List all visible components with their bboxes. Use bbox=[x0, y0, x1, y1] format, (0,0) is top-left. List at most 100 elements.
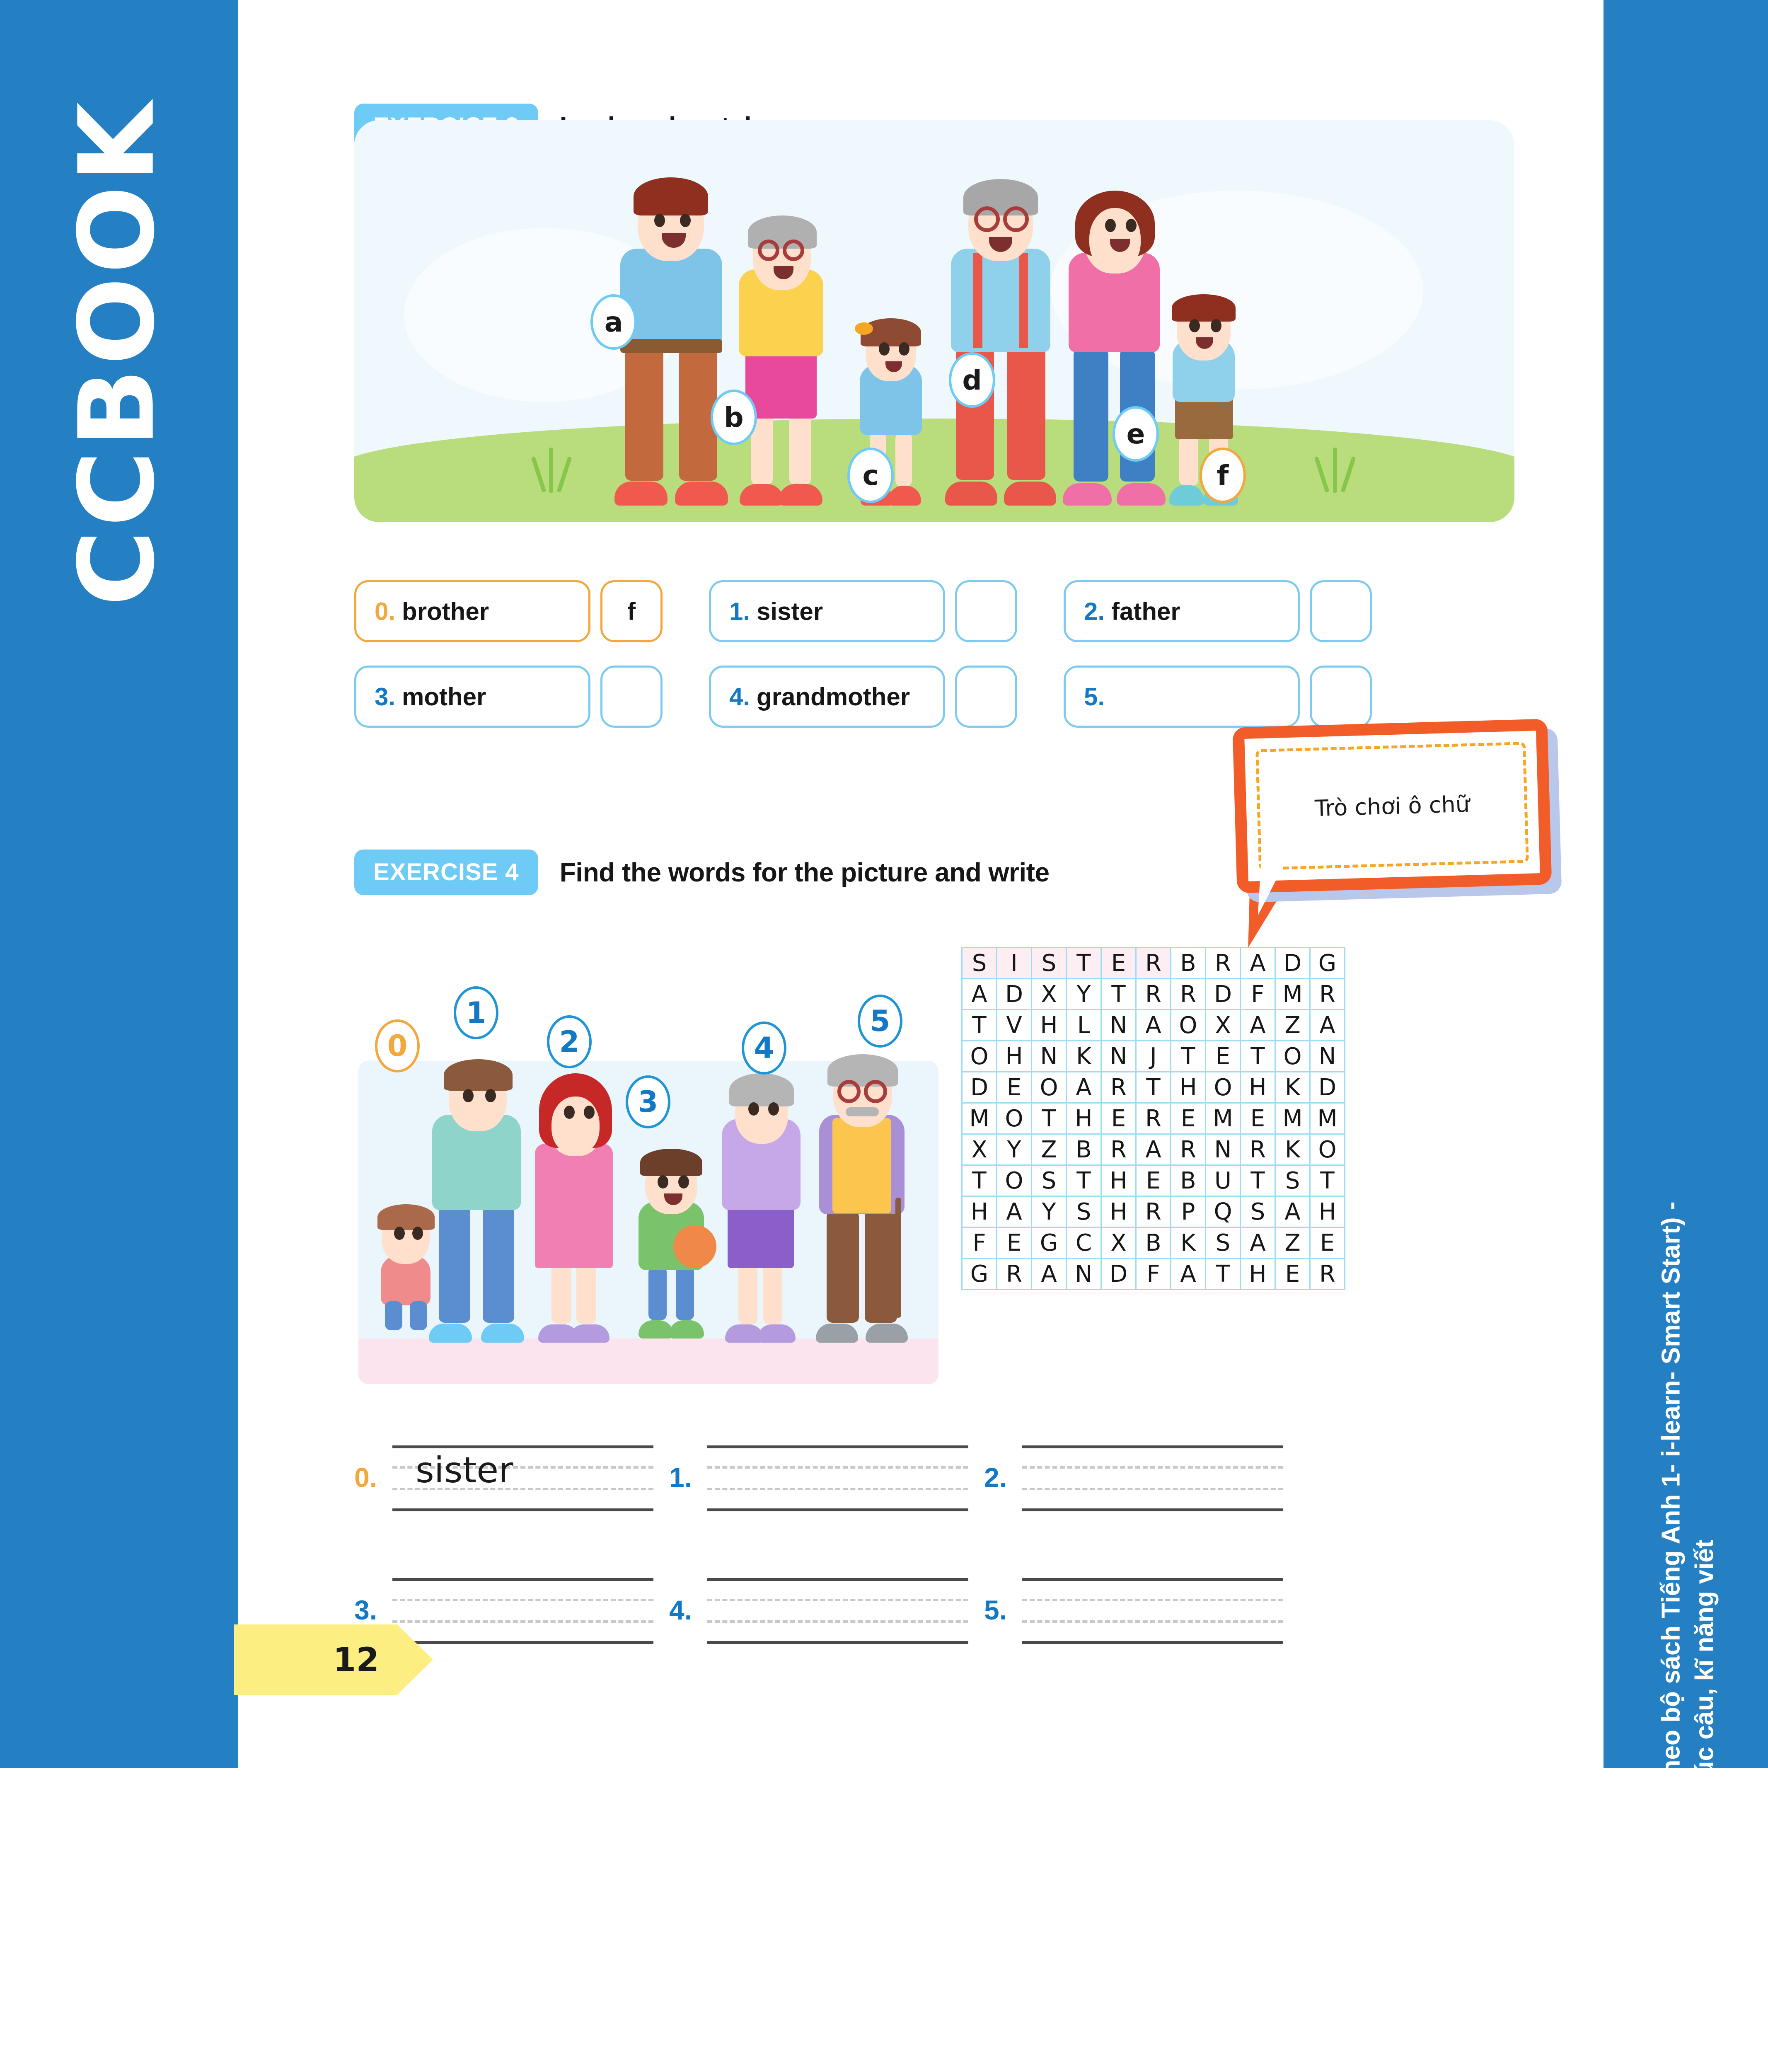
word-search-cell[interactable]: H bbox=[1240, 1258, 1276, 1290]
word-search-cell[interactable]: F bbox=[1240, 978, 1276, 1010]
word-search-cell[interactable]: X bbox=[1031, 978, 1067, 1010]
word-search-cell[interactable]: K bbox=[1066, 1040, 1102, 1072]
word-search-cell[interactable]: R bbox=[1100, 1133, 1137, 1166]
word-search-cell[interactable]: A bbox=[996, 1196, 1032, 1228]
word-search-cell[interactable]: B bbox=[1170, 947, 1206, 979]
word-search-grid[interactable]: SISTERBRADGADXYTRRDFMRTVHLNAOXAZAOHNKNJT… bbox=[961, 947, 1345, 1290]
word-search-cell[interactable]: K bbox=[1275, 1133, 1311, 1166]
word-search-cell[interactable]: Y bbox=[1066, 978, 1102, 1010]
word-search-cell[interactable]: O bbox=[996, 1164, 1032, 1197]
word-search-cell[interactable]: T bbox=[1066, 947, 1102, 979]
word-search-cell[interactable]: T bbox=[1170, 1040, 1206, 1072]
word-search-cell[interactable]: A bbox=[1066, 1071, 1102, 1104]
word-search-cell[interactable]: T bbox=[961, 1009, 997, 1041]
answer-lines-4[interactable] bbox=[707, 1571, 968, 1649]
word-search-cell[interactable]: B bbox=[1135, 1227, 1171, 1259]
word-search-cell[interactable]: S bbox=[1205, 1227, 1241, 1259]
word-search-cell[interactable]: T bbox=[1135, 1071, 1171, 1104]
word-search-cell[interactable]: B bbox=[1066, 1133, 1102, 1166]
word-search-cell[interactable]: O bbox=[1275, 1040, 1311, 1072]
match-label-2[interactable]: 2. father bbox=[1064, 580, 1300, 642]
word-search-cell[interactable]: A bbox=[1135, 1133, 1171, 1166]
word-search-cell[interactable]: A bbox=[1240, 1227, 1276, 1259]
word-search-cell[interactable]: A bbox=[1275, 1196, 1311, 1228]
word-search-cell[interactable]: R bbox=[1170, 978, 1206, 1010]
word-search-cell[interactable]: N bbox=[1309, 1040, 1345, 1072]
word-search-cell[interactable]: T bbox=[1309, 1164, 1345, 1197]
word-search-cell[interactable]: N bbox=[1066, 1258, 1102, 1290]
word-search-cell[interactable]: H bbox=[1100, 1196, 1137, 1228]
word-search-cell[interactable]: H bbox=[1066, 1102, 1102, 1135]
word-search-cell[interactable]: R bbox=[996, 1258, 1032, 1290]
match-label-1[interactable]: 1. sister bbox=[709, 580, 945, 642]
word-search-cell[interactable]: C bbox=[1066, 1227, 1102, 1259]
match-label-5[interactable]: 5. bbox=[1064, 666, 1300, 728]
word-search-cell[interactable]: A bbox=[1135, 1009, 1171, 1041]
word-search-cell[interactable]: E bbox=[1135, 1164, 1171, 1197]
match-label-4[interactable]: 4. grandmother bbox=[709, 666, 945, 728]
word-search-cell[interactable]: T bbox=[1100, 978, 1137, 1010]
word-search-cell[interactable]: R bbox=[1205, 947, 1241, 979]
word-search-cell[interactable]: F bbox=[1135, 1258, 1171, 1290]
word-search-cell[interactable]: Q bbox=[1205, 1196, 1241, 1228]
word-search-cell[interactable]: G bbox=[1309, 947, 1345, 979]
word-search-cell[interactable]: O bbox=[1170, 1009, 1206, 1041]
word-search-cell[interactable]: I bbox=[996, 947, 1032, 979]
word-search-cell[interactable]: D bbox=[1205, 978, 1241, 1010]
word-search-cell[interactable]: M bbox=[1275, 978, 1311, 1010]
word-search-cell[interactable]: T bbox=[1031, 1102, 1067, 1135]
word-search-cell[interactable]: R bbox=[1135, 1102, 1171, 1135]
word-search-cell[interactable]: R bbox=[1240, 1133, 1276, 1166]
match-label-3[interactable]: 3. mother bbox=[354, 666, 590, 728]
word-search-cell[interactable]: F bbox=[961, 1227, 997, 1259]
word-search-cell[interactable]: M bbox=[1309, 1102, 1345, 1135]
word-search-cell[interactable]: R bbox=[1135, 1196, 1171, 1228]
word-search-cell[interactable]: E bbox=[1275, 1258, 1311, 1290]
word-search-cell[interactable]: D bbox=[996, 978, 1032, 1010]
word-search-cell[interactable]: Z bbox=[1275, 1227, 1311, 1259]
word-search-cell[interactable]: Z bbox=[1031, 1133, 1067, 1166]
word-search-cell[interactable]: K bbox=[1170, 1227, 1206, 1259]
word-search-cell[interactable]: J bbox=[1135, 1040, 1171, 1072]
word-search-cell[interactable]: T bbox=[1240, 1040, 1276, 1072]
word-search-cell[interactable]: E bbox=[1170, 1102, 1206, 1135]
word-search-cell[interactable]: E bbox=[1100, 947, 1137, 979]
word-search-cell[interactable]: S bbox=[1066, 1196, 1102, 1228]
word-search-cell[interactable]: Z bbox=[1275, 1009, 1311, 1041]
word-search-cell[interactable]: R bbox=[1100, 1071, 1137, 1104]
word-search-cell[interactable]: O bbox=[961, 1040, 997, 1072]
match-answer-5[interactable] bbox=[1310, 666, 1372, 728]
word-search-cell[interactable]: L bbox=[1066, 1009, 1102, 1041]
word-search-cell[interactable]: G bbox=[1031, 1227, 1067, 1259]
word-search-cell[interactable]: M bbox=[1275, 1102, 1311, 1135]
word-search-cell[interactable]: A bbox=[1170, 1258, 1206, 1290]
word-search-cell[interactable]: A bbox=[1240, 947, 1276, 979]
word-search-cell[interactable]: X bbox=[1100, 1227, 1137, 1259]
word-search-cell[interactable]: S bbox=[1240, 1196, 1276, 1228]
word-search-cell[interactable]: H bbox=[996, 1040, 1032, 1072]
word-search-cell[interactable]: R bbox=[1135, 947, 1171, 979]
word-search-cell[interactable]: E bbox=[996, 1227, 1032, 1259]
answer-lines-0[interactable]: sister bbox=[392, 1438, 653, 1517]
word-search-cell[interactable]: V bbox=[996, 1009, 1032, 1041]
word-search-cell[interactable]: X bbox=[1205, 1009, 1241, 1041]
word-search-cell[interactable]: S bbox=[1031, 1164, 1067, 1197]
word-search-cell[interactable]: A bbox=[1031, 1258, 1067, 1290]
word-search-cell[interactable]: T bbox=[1066, 1164, 1102, 1197]
word-search-cell[interactable]: A bbox=[1309, 1009, 1345, 1041]
word-search-cell[interactable]: H bbox=[1031, 1009, 1067, 1041]
word-search-cell[interactable]: O bbox=[996, 1102, 1032, 1135]
word-search-cell[interactable]: N bbox=[1100, 1009, 1137, 1041]
answer-lines-2[interactable] bbox=[1022, 1438, 1283, 1517]
match-answer-1[interactable] bbox=[955, 580, 1017, 642]
word-search-cell[interactable]: N bbox=[1205, 1133, 1241, 1166]
word-search-cell[interactable]: H bbox=[1309, 1196, 1345, 1228]
word-search-cell[interactable]: H bbox=[1170, 1071, 1206, 1104]
word-search-cell[interactable]: D bbox=[1100, 1258, 1137, 1290]
word-search-cell[interactable]: U bbox=[1205, 1164, 1241, 1197]
word-search-cell[interactable]: E bbox=[1205, 1040, 1241, 1072]
word-search-cell[interactable]: N bbox=[1031, 1040, 1067, 1072]
word-search-cell[interactable]: H bbox=[961, 1196, 997, 1228]
word-search-cell[interactable]: S bbox=[1031, 947, 1067, 979]
match-answer-2[interactable] bbox=[1310, 580, 1372, 642]
